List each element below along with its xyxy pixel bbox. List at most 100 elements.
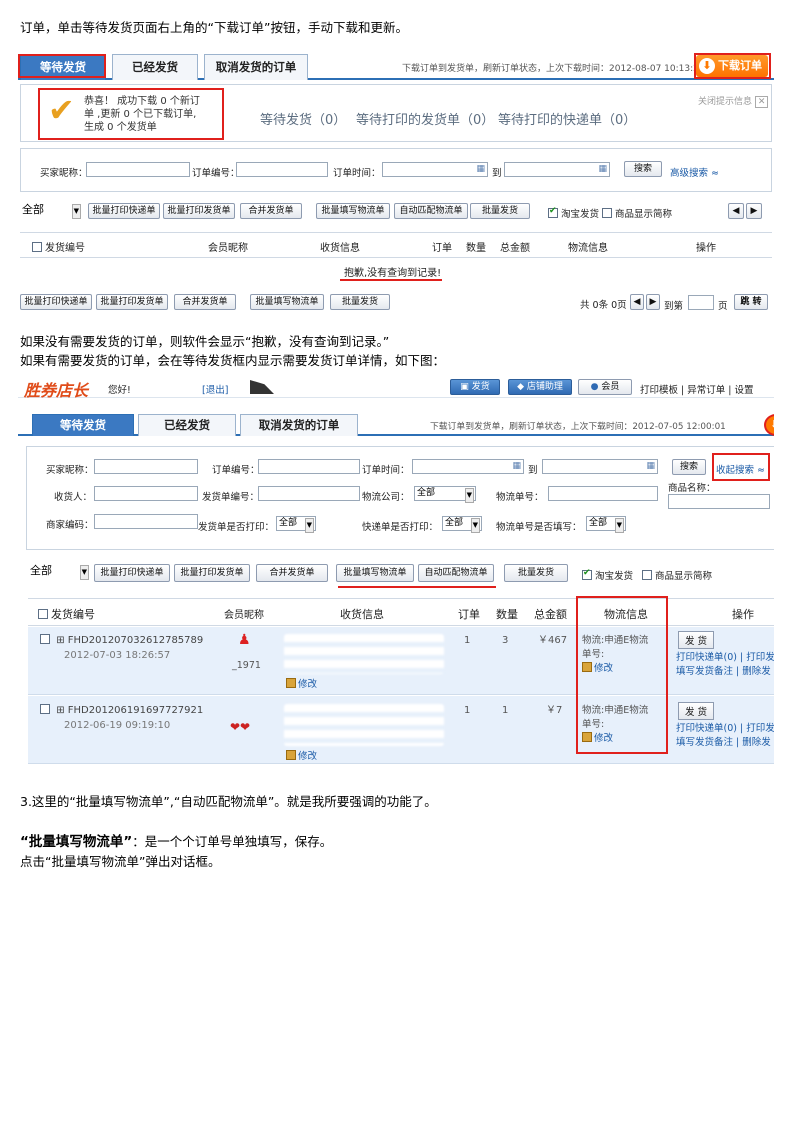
calendar-icon[interactable]: ▦ <box>598 164 607 174</box>
edit-icon <box>286 750 296 760</box>
nav-print-template[interactable]: 打印模板 <box>640 385 678 396</box>
expand-icon[interactable]: ⊞ <box>56 705 64 716</box>
buyer-input[interactable] <box>86 162 190 177</box>
calendar-icon[interactable]: ▦ <box>512 461 521 471</box>
checkbox-icon[interactable] <box>38 609 48 619</box>
status-waiting[interactable]: 等待发货（0） <box>260 109 346 128</box>
close-tip-link[interactable]: 关闭提示信息 ✕ <box>698 94 769 108</box>
ship-no-input[interactable] <box>258 486 360 501</box>
taobao-ship-label: 淘宝发货 <box>595 571 634 582</box>
checkbox-icon[interactable] <box>642 570 652 580</box>
pager-jump-button[interactable]: 跳 转 <box>734 294 768 310</box>
taobao-ship-checkbox[interactable]: 淘宝发货 <box>582 568 633 582</box>
order-time-to[interactable]: ▦ <box>542 459 658 474</box>
app-logo: 胜券店长 <box>24 381 89 400</box>
merchant-code-input[interactable] <box>94 514 198 529</box>
th-ship-no: 发货编号 <box>32 239 85 254</box>
pager-page-input[interactable] <box>688 295 714 310</box>
batch-ship-button[interactable]: 批量发货 <box>504 564 568 582</box>
order-time-to[interactable]: ▦ <box>504 162 610 177</box>
nav-settings[interactable]: 设置 <box>735 385 754 396</box>
order-time-from[interactable]: ▦ <box>382 162 488 177</box>
download-hint: 下载订单到发货单，刷新订单状态，上次下载时间：2012-08-07 10:13:… <box>402 64 705 74</box>
label-ship-printed: 发货单是否打印： <box>198 522 275 533</box>
checkbox-icon[interactable] <box>40 634 50 644</box>
ship-button[interactable]: 发 货 <box>678 702 715 720</box>
nav-ship-button[interactable]: ▣ 发货 <box>450 379 500 395</box>
checkbox-checked-icon[interactable] <box>582 568 592 580</box>
batch-print-shipping-button[interactable]: 批量打印发货单 <box>174 564 250 582</box>
filter-select[interactable]: 全部 <box>20 203 82 219</box>
express-printed-select[interactable]: 全部 <box>442 516 482 533</box>
auto-match-logistics-button[interactable]: 自动匹配物流单 <box>418 564 494 582</box>
nav-assistant-button[interactable]: ◆ 店铺助理 <box>508 379 572 395</box>
bottom-batch-fill-logistics[interactable]: 批量填写物流单 <box>250 294 324 310</box>
highlight-download-button <box>694 53 771 79</box>
row-ops-note[interactable]: 填写发货备注 | 删除发 <box>676 665 771 678</box>
label-logistics-co: 物流公司： <box>362 492 410 503</box>
label-logistics-no: 物流单号： <box>496 492 544 503</box>
checkbox-icon[interactable] <box>32 242 42 252</box>
th-receiver: 收货信息 <box>320 243 360 254</box>
product-input[interactable] <box>668 494 770 509</box>
checkbox-checked-icon[interactable] <box>548 206 558 218</box>
expand-icon[interactable]: ⊞ <box>56 635 64 646</box>
row-edit-receiver[interactable]: 修改 <box>286 750 317 763</box>
tab-cancelled[interactable]: 取消发货的订单 <box>204 54 308 80</box>
brief-name-checkbox[interactable]: 商品显示简称 <box>602 206 672 220</box>
merge-shipping-button[interactable]: 合并发货单 <box>240 203 302 219</box>
batch-print-express-button[interactable]: 批量打印快递单 <box>94 564 170 582</box>
order-no-input[interactable] <box>236 162 328 177</box>
batch-ship-button[interactable]: 批量发货 <box>470 203 530 219</box>
next-arrow-icon[interactable]: ▶ <box>746 203 762 219</box>
ship-printed-select[interactable]: 全部 <box>276 516 316 533</box>
logistics-no-input[interactable] <box>548 486 658 501</box>
row-ops-print[interactable]: 打印快递单(0) | 打印发 <box>676 651 774 664</box>
tab-shipped[interactable]: 已经发货 <box>112 54 198 80</box>
taobao-ship-checkbox[interactable]: 淘宝发货 <box>548 206 599 220</box>
merge-shipping-button[interactable]: 合并发货单 <box>256 564 328 582</box>
logout-link[interactable]: [退出] <box>202 382 228 396</box>
row-ops-print[interactable]: 打印快递单(0) | 打印发 <box>676 722 774 735</box>
bottom-merge-shipping[interactable]: 合并发货单 <box>174 294 236 310</box>
tab-waiting[interactable]: 等待发货 <box>32 414 134 436</box>
advanced-search-link[interactable]: 高级搜索 ≈ <box>670 165 719 179</box>
bottom-batch-print-express[interactable]: 批量打印快递单 <box>20 294 92 310</box>
ship-button[interactable]: 发 货 <box>678 631 715 649</box>
logistics-co-select[interactable]: 全部 <box>414 486 476 503</box>
batch-print-express-button[interactable]: 批量打印快递单 <box>88 203 160 219</box>
calendar-icon[interactable]: ▦ <box>646 461 655 471</box>
th-receiver: 收货信息 <box>340 608 384 621</box>
bottom-batch-ship[interactable]: 批量发货 <box>330 294 390 310</box>
pager-next-icon[interactable]: ▶ <box>646 294 660 310</box>
brief-name-checkbox[interactable]: 商品显示简称 <box>642 568 712 582</box>
buyer-input[interactable] <box>94 459 198 474</box>
nav-abnormal-orders[interactable]: 异常订单 <box>687 385 725 396</box>
tab-cancelled[interactable]: 取消发货的订单 <box>240 414 358 436</box>
row-ops-note[interactable]: 填写发货备注 | 删除发 <box>676 736 771 749</box>
order-time-from[interactable]: ▦ <box>412 459 524 474</box>
batch-print-shipping-button[interactable]: 批量打印发货单 <box>163 203 235 219</box>
close-icon[interactable]: ✕ <box>754 96 769 108</box>
label-to: 到 <box>528 465 538 476</box>
receiver-input[interactable] <box>94 486 198 501</box>
status-print-express[interactable]: 等待打印的快递单（0） <box>498 109 636 128</box>
checkbox-icon[interactable] <box>40 704 50 714</box>
tab-shipped[interactable]: 已经发货 <box>138 414 236 436</box>
row-edit-receiver[interactable]: 修改 <box>286 678 317 691</box>
checkbox-icon[interactable] <box>602 208 612 218</box>
prev-arrow-icon[interactable]: ◀ <box>728 203 744 219</box>
search-button[interactable]: 搜索 <box>672 459 706 475</box>
pager-prev-icon[interactable]: ◀ <box>630 294 644 310</box>
filter-select[interactable]: 全部 <box>28 564 90 580</box>
order-no-input[interactable] <box>258 459 360 474</box>
logistics-filled-select[interactable]: 全部 <box>586 516 626 533</box>
calendar-icon[interactable]: ▦ <box>476 164 485 174</box>
batch-fill-logistics-button[interactable]: 批量填写物流单 <box>316 203 390 219</box>
batch-fill-logistics-button[interactable]: 批量填写物流单 <box>336 564 414 582</box>
auto-match-logistics-button[interactable]: 自动匹配物流单 <box>394 203 468 219</box>
status-print-shipping[interactable]: 等待打印的发货单（0） <box>356 109 494 128</box>
nav-member-button[interactable]: ● 会员 <box>578 379 632 395</box>
search-button[interactable]: 搜索 <box>624 161 662 177</box>
bottom-batch-print-shipping[interactable]: 批量打印发货单 <box>96 294 168 310</box>
